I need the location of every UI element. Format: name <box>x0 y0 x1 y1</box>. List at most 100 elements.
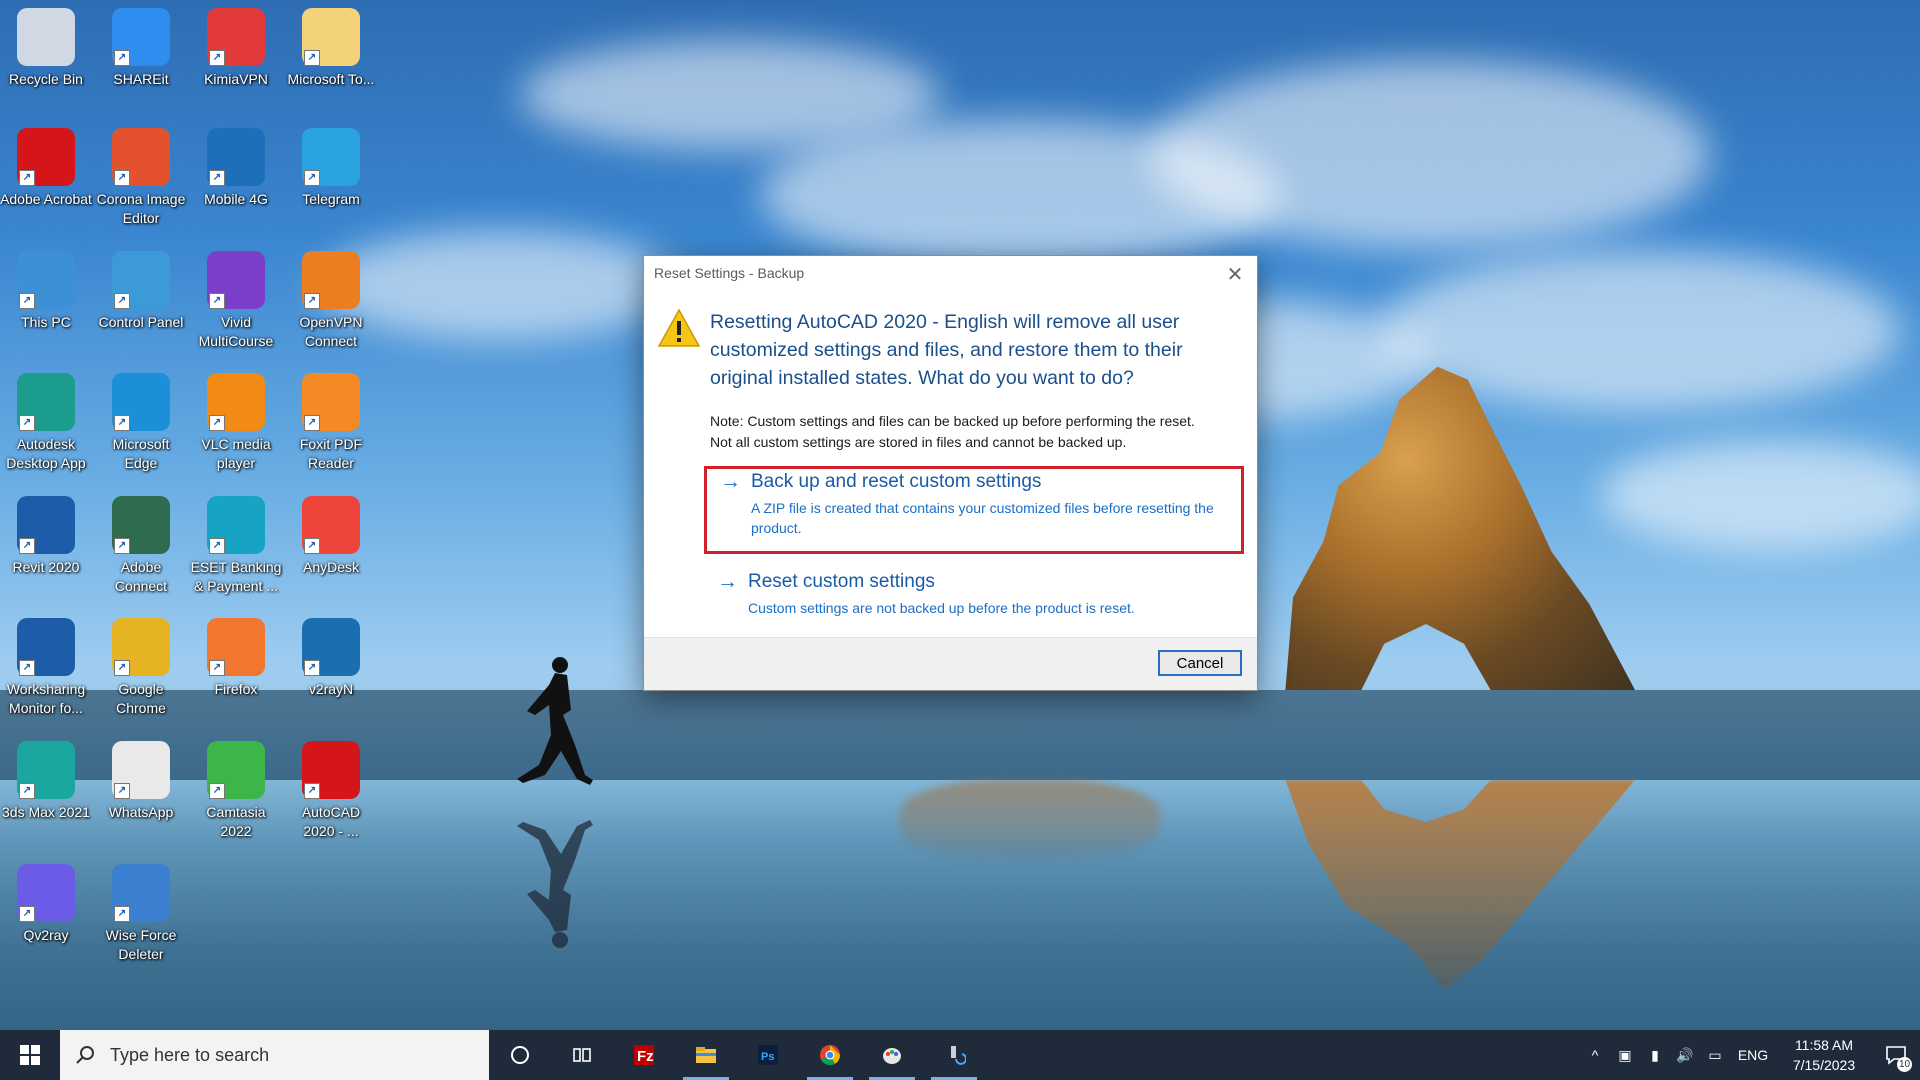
reset-custom-settings-option[interactable]: → Reset custom settings Custom settings … <box>704 569 1244 629</box>
desktop-icon[interactable]: ↗ Camtasia 2022 <box>190 741 282 841</box>
desktop-icon[interactable]: ↗ Revit 2020 <box>0 496 92 577</box>
camtasia-icon: ↗ <box>207 741 265 799</box>
desktop-icon[interactable]: ↗ This PC <box>0 251 92 332</box>
paint-icon <box>883 1048 901 1064</box>
shortcut-arrow-icon: ↗ <box>304 170 320 186</box>
desktop-icon-label: Adobe Acrobat <box>0 191 92 207</box>
whatsapp-icon: ↗ <box>112 741 170 799</box>
svg-text:Ps: Ps <box>761 1051 774 1063</box>
backup-and-reset-option[interactable]: → Back up and reset custom settings A ZI… <box>704 466 1244 554</box>
desktop-icon[interactable]: ↗ Firefox <box>190 618 282 699</box>
desktop-icon[interactable]: ↗ Vivid MultiCourse <box>190 251 282 351</box>
svg-text:Fz: Fz <box>637 1048 654 1065</box>
chrome-icon: ↗ <box>112 618 170 676</box>
taskbar-search-box[interactable]: Type here to search <box>60 1030 489 1080</box>
desktop-icon[interactable]: ↗ Adobe Acrobat <box>0 128 92 209</box>
language-indicator[interactable]: ENG <box>1730 1047 1776 1063</box>
recycle-bin-icon <box>17 8 75 66</box>
windows-logo-icon <box>20 1045 40 1065</box>
desktop-icon[interactable]: ↗ Mobile 4G <box>190 128 282 209</box>
note-line-2: Not all custom settings are stored in fi… <box>710 434 1127 450</box>
runner-silhouette <box>517 657 593 785</box>
taskbar-app-button[interactable]: Fz <box>613 1030 675 1080</box>
network-icon[interactable]: ▭ <box>1700 1047 1730 1064</box>
search-placeholder: Type here to search <box>110 1044 270 1065</box>
dialog-message: Resetting AutoCAD 2020 - English will re… <box>710 311 1183 389</box>
desktop-icon[interactable]: ↗ Corona Image Editor <box>95 128 187 228</box>
shortcut-arrow-icon: ↗ <box>304 660 320 676</box>
desktop-icon[interactable]: ↗ Worksharing Monitor fo... <box>0 618 92 718</box>
volume-icon[interactable]: 🔊 <box>1670 1047 1700 1064</box>
desktop-icon[interactable]: ↗ VLC media player <box>190 373 282 473</box>
option-description: A ZIP file is created that contains your… <box>751 500 1214 536</box>
desktop-icon[interactable]: ↗ Autodesk Desktop App <box>0 373 92 473</box>
taskbar-app-button[interactable] <box>923 1030 985 1080</box>
desktop-icon[interactable]: ↗ AnyDesk <box>285 496 377 577</box>
chrome-icon <box>820 1045 841 1066</box>
control-panel-icon: ↗ <box>112 251 170 309</box>
desktop-icon-label: Recycle Bin <box>9 71 83 87</box>
desktop-icon[interactable]: ↗ Microsoft To... <box>285 8 377 89</box>
shortcut-arrow-icon: ↗ <box>304 293 320 309</box>
taskbar-clock[interactable]: 11:58 AM 7/15/2023 <box>1776 1035 1872 1075</box>
shortcut-arrow-icon: ↗ <box>209 293 225 309</box>
action-center-button[interactable]: 10 <box>1872 1030 1920 1080</box>
desktop-icon[interactable]: ↗ Microsoft Edge <box>95 373 187 473</box>
desktop-icon-label: Qv2ray <box>23 927 69 943</box>
shortcut-arrow-icon: ↗ <box>209 783 225 799</box>
desktop-icon[interactable]: ↗ AutoCAD 2020 - ... <box>285 741 377 841</box>
warning-icon <box>657 308 701 347</box>
desktop-icon[interactable]: ↗ Google Chrome <box>95 618 187 718</box>
telegram-icon: ↗ <box>302 128 360 186</box>
desktop-icon[interactable]: ↗ Telegram <box>285 128 377 209</box>
autocad-reset-tool-icon <box>951 1046 966 1065</box>
taskbar-app-button[interactable] <box>799 1030 861 1080</box>
shortcut-arrow-icon: ↗ <box>114 783 130 799</box>
vivid-icon: ↗ <box>207 251 265 309</box>
desktop-icon[interactable]: ↗ Wise Force Deleter <box>95 864 187 964</box>
battery-icon[interactable]: ▮ <box>1640 1047 1670 1064</box>
dialog-note: Note: Custom settings and files can be b… <box>710 411 1250 453</box>
desktop-icon-label: 3ds Max 2021 <box>2 804 90 820</box>
runner-reflection <box>517 820 593 948</box>
desktop-icon-label: Vivid MultiCourse <box>198 314 274 349</box>
desktop-icon-label: Foxit PDF Reader <box>299 436 363 471</box>
meet-now-icon[interactable]: ▣ <box>1610 1047 1640 1064</box>
start-button[interactable] <box>0 1030 60 1080</box>
close-icon[interactable]: ✕ <box>1223 262 1247 287</box>
taskbar-app-button[interactable] <box>551 1030 613 1080</box>
desktop-icon[interactable]: ↗ 3ds Max 2021 <box>0 741 92 822</box>
desktop-icon-label: OpenVPN Connect <box>299 314 363 349</box>
globe-icon: ↗ <box>207 128 265 186</box>
desktop-icon-label: WhatsApp <box>108 804 174 820</box>
taskbar-app-button[interactable]: Ps <box>737 1030 799 1080</box>
acrobat-icon: ↗ <box>17 128 75 186</box>
desktop-icon[interactable]: ↗ SHAREit <box>95 8 187 89</box>
desktop-icon[interactable]: Recycle Bin <box>0 8 92 89</box>
shortcut-arrow-icon: ↗ <box>209 538 225 554</box>
desktop-icon[interactable]: ↗ Control Panel <box>95 251 187 332</box>
desktop-icon[interactable]: ↗ Foxit PDF Reader <box>285 373 377 473</box>
desktop-icon[interactable]: ↗ ESET Banking & Payment ... <box>190 496 282 596</box>
desktop-icon-label: Microsoft To... <box>287 71 375 87</box>
desktop-icon[interactable]: ↗ KimiaVPN <box>190 8 282 89</box>
shortcut-arrow-icon: ↗ <box>304 415 320 431</box>
shortcut-arrow-icon: ↗ <box>114 538 130 554</box>
desktop-icon[interactable]: ↗ v2rayN <box>285 618 377 699</box>
chevron-up-icon[interactable]: ^ <box>1580 1047 1610 1063</box>
taskbar-app-button[interactable] <box>861 1030 923 1080</box>
note-line-1: Note: Custom settings and files can be b… <box>710 413 1195 429</box>
desktop-icon[interactable]: ↗ Qv2ray <box>0 864 92 945</box>
system-tray: ^ ▣ ▮ 🔊 ▭ ENG 11:58 AM 7/15/2023 10 <box>1580 1030 1920 1080</box>
desktop-icon[interactable]: ↗ Adobe Connect <box>95 496 187 596</box>
desktop-icon[interactable]: ↗ OpenVPN Connect <box>285 251 377 351</box>
taskbar-app-button[interactable] <box>489 1030 551 1080</box>
taskbar: Type here to search Fz Ps ^ ▣ ▮ 🔊 ▭ ENG 1… <box>0 1030 1920 1080</box>
qv2ray-icon: ↗ <box>17 864 75 922</box>
taskbar-app-button[interactable] <box>675 1030 737 1080</box>
clock-date: 7/15/2023 <box>1792 1057 1856 1073</box>
cancel-button[interactable]: Cancel <box>1158 650 1242 676</box>
computer-icon: ↗ <box>17 251 75 309</box>
task-view-icon <box>573 1048 591 1062</box>
desktop-icon[interactable]: ↗ WhatsApp <box>95 741 187 822</box>
